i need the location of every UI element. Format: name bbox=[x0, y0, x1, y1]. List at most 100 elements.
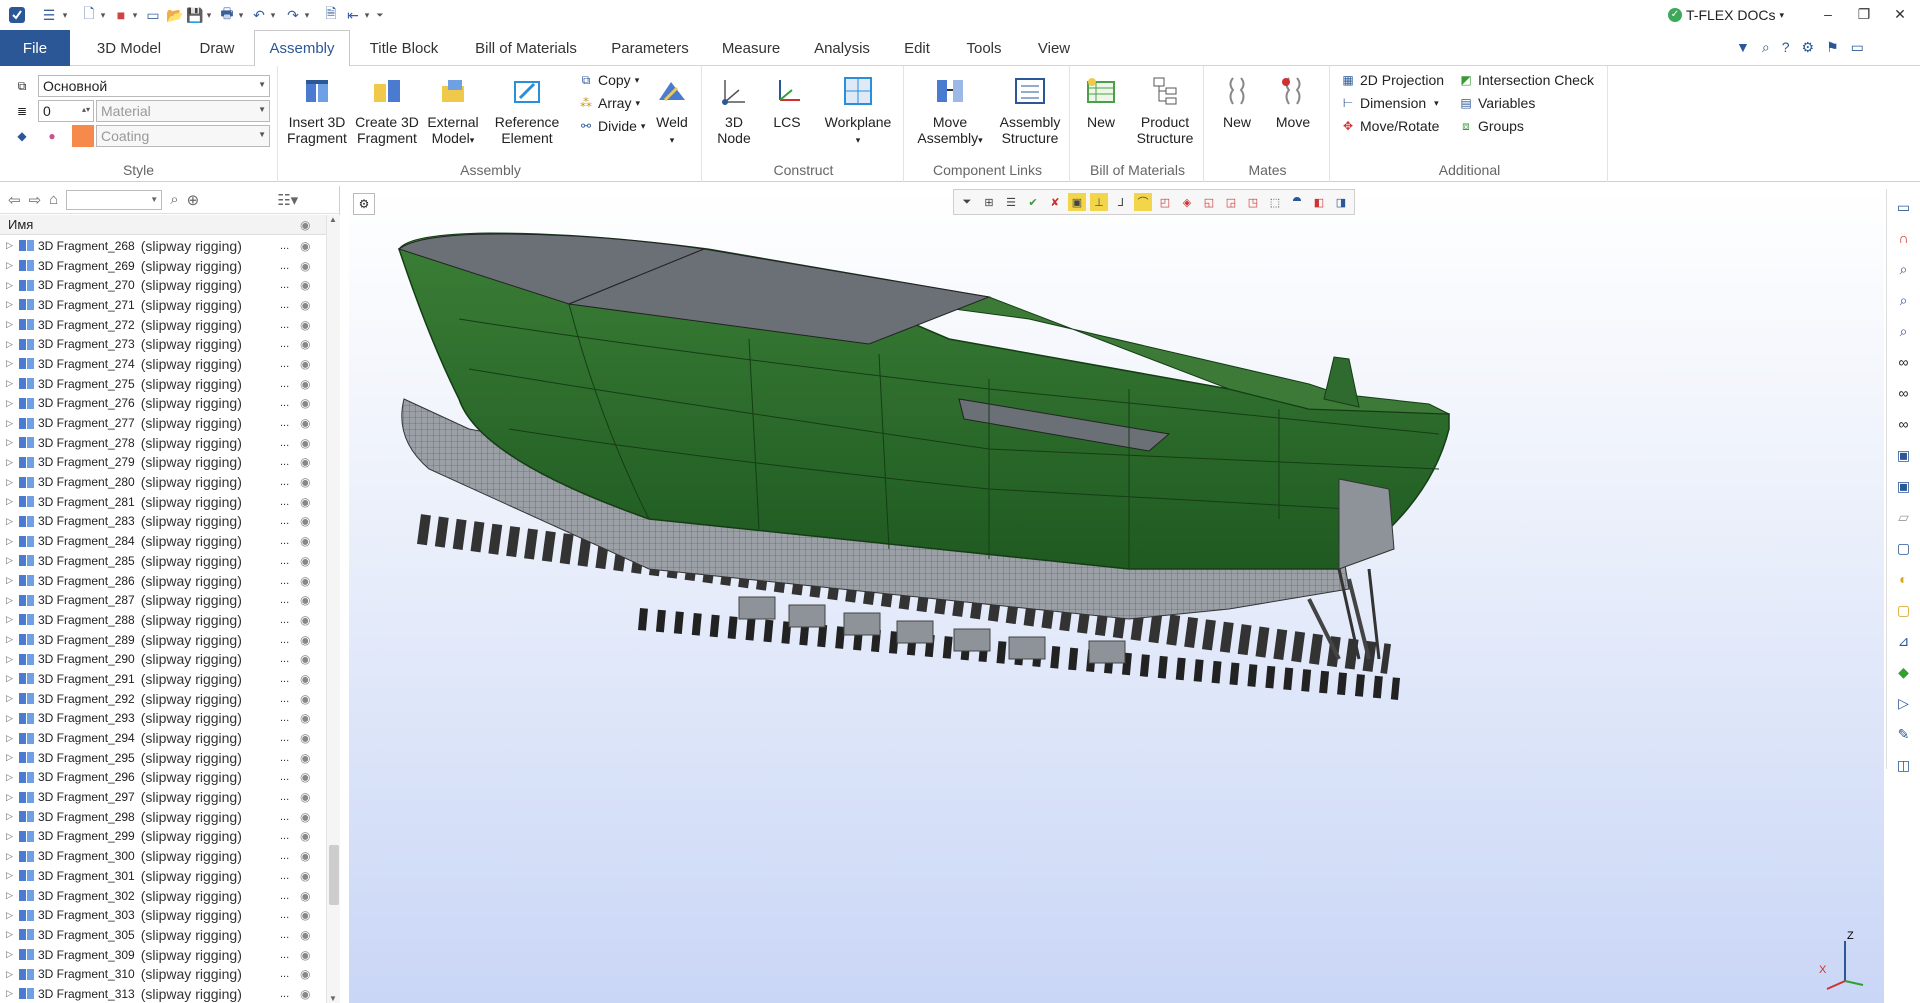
visibility-eye-icon[interactable]: ◉ bbox=[300, 318, 310, 332]
tree-column-header[interactable]: Имя ◉ bbox=[0, 215, 326, 235]
box-view-icon[interactable]: ▢ bbox=[1891, 535, 1917, 561]
row-more-icon[interactable]: ... bbox=[280, 830, 289, 842]
row-more-icon[interactable]: ... bbox=[280, 575, 289, 587]
glasses-icon[interactable]: ∞ bbox=[1891, 349, 1917, 375]
magnet-icon[interactable]: ∩ bbox=[1891, 225, 1917, 251]
visibility-eye-icon[interactable]: ◉ bbox=[300, 889, 310, 903]
chevron-down-icon[interactable]: ▾ bbox=[236, 5, 246, 25]
visibility-eye-icon[interactable]: ◉ bbox=[300, 455, 310, 469]
tree-row[interactable]: ▷ 3D Fragment_283 (slipway rigging)... ◉ bbox=[0, 512, 326, 532]
visibility-eye-icon[interactable]: ◉ bbox=[300, 849, 310, 863]
external-model-button[interactable]: External Model▾ bbox=[420, 74, 486, 148]
expand-arrow-icon[interactable]: ▷ bbox=[6, 988, 18, 999]
lcs-button[interactable]: LCS bbox=[762, 74, 812, 130]
section-icon[interactable]: ⊿ bbox=[1891, 628, 1917, 654]
visibility-eye-icon[interactable]: ◉ bbox=[300, 574, 310, 588]
shaded-icon[interactable]: ▢ bbox=[1891, 597, 1917, 623]
visibility-eye-icon[interactable]: ◉ bbox=[300, 259, 310, 273]
window-icon[interactable]: ▭ bbox=[144, 5, 162, 25]
tree-row[interactable]: ▷ 3D Fragment_275 (slipway rigging)... ◉ bbox=[0, 374, 326, 394]
visibility-eye-icon[interactable]: ◉ bbox=[300, 514, 310, 528]
tree-row[interactable]: ▷ 3D Fragment_303 (slipway rigging)... ◉ bbox=[0, 905, 326, 925]
row-more-icon[interactable]: ... bbox=[280, 456, 289, 468]
tree-row[interactable]: ▷ 3D Fragment_276 (slipway rigging)... ◉ bbox=[0, 394, 326, 414]
expand-arrow-icon[interactable]: ▷ bbox=[6, 339, 18, 350]
expand-arrow-icon[interactable]: ▷ bbox=[6, 733, 18, 744]
expand-arrow-icon[interactable]: ▷ bbox=[6, 457, 18, 468]
new-document-icon[interactable]: 🗋 bbox=[80, 5, 98, 25]
expand-arrow-icon[interactable]: ▷ bbox=[6, 240, 18, 251]
expand-arrow-icon[interactable]: ▷ bbox=[6, 634, 18, 645]
visibility-eye-icon[interactable]: ◉ bbox=[300, 633, 310, 647]
row-more-icon[interactable]: ... bbox=[280, 712, 289, 724]
redo-icon[interactable]: ↷ bbox=[284, 5, 302, 25]
close-button[interactable]: ✕ bbox=[1886, 6, 1914, 26]
tree-row[interactable]: ▷ 3D Fragment_271 (slipway rigging)... ◉ bbox=[0, 295, 326, 315]
3d-viewport[interactable]: ⚙ ⏷ ⊞ ☰ ✔ ✘ ▣ ⊥ ⅃ ⌒ ◰ ◈ ◱ ◲ ◳ ⬚ ⯊ ◧ ◨ Z … bbox=[349, 189, 1884, 1003]
tree-row[interactable]: ▷ 3D Fragment_268 (slipway rigging)... ◉ bbox=[0, 236, 326, 256]
tree-row[interactable]: ▷ 3D Fragment_292 (slipway rigging)... ◉ bbox=[0, 689, 326, 709]
visibility-eye-icon[interactable]: ◉ bbox=[300, 534, 310, 548]
row-more-icon[interactable]: ... bbox=[280, 437, 289, 449]
tree-row[interactable]: ▷ 3D Fragment_289 (slipway rigging)... ◉ bbox=[0, 630, 326, 650]
chevron-down-icon[interactable]: ▾ bbox=[204, 5, 214, 25]
copy-button[interactable]: ⧉ Copy ▾ bbox=[578, 72, 640, 88]
intersection-check-button[interactable]: ◩ Intersection Check bbox=[1458, 72, 1594, 88]
tree-row[interactable]: ▷ 3D Fragment_273 (slipway rigging)... ◉ bbox=[0, 334, 326, 354]
row-more-icon[interactable]: ... bbox=[280, 319, 289, 331]
row-more-icon[interactable]: ... bbox=[280, 240, 289, 252]
variables-button[interactable]: ▤ Variables bbox=[1458, 95, 1535, 111]
layout-icon[interactable]: ▭ bbox=[1851, 39, 1864, 56]
expand-arrow-icon[interactable]: ▷ bbox=[6, 851, 18, 862]
tree-row[interactable]: ▷ 3D Fragment_294 (slipway rigging)... ◉ bbox=[0, 728, 326, 748]
reference-element-button[interactable]: Reference Element bbox=[488, 74, 566, 146]
expand-arrow-icon[interactable]: ▷ bbox=[6, 969, 18, 980]
row-more-icon[interactable]: ... bbox=[280, 260, 289, 272]
visibility-eye-icon[interactable]: ◉ bbox=[300, 396, 310, 410]
row-more-icon[interactable]: ... bbox=[280, 634, 289, 646]
row-more-icon[interactable]: ... bbox=[280, 791, 289, 803]
coating-select[interactable]: Coating ▼ bbox=[96, 125, 270, 147]
divide-button[interactable]: ⚯ Divide ▾ bbox=[578, 118, 645, 134]
expand-arrow-icon[interactable]: ▷ bbox=[6, 673, 18, 684]
row-more-icon[interactable]: ... bbox=[280, 358, 289, 370]
tab-edit[interactable]: Edit bbox=[894, 30, 940, 66]
visibility-eye-icon[interactable]: ◉ bbox=[300, 869, 310, 883]
row-more-icon[interactable]: ... bbox=[280, 811, 289, 823]
expand-arrow-icon[interactable]: ▷ bbox=[6, 870, 18, 881]
row-more-icon[interactable]: ... bbox=[280, 594, 289, 606]
visibility-eye-icon[interactable]: ◉ bbox=[300, 790, 310, 804]
expand-arrow-icon[interactable]: ▷ bbox=[6, 260, 18, 271]
undo-icon[interactable]: ↶ bbox=[250, 5, 268, 25]
row-more-icon[interactable]: ... bbox=[280, 535, 289, 547]
visibility-eye-icon[interactable]: ◉ bbox=[300, 613, 310, 627]
create-3d-fragment-button[interactable]: Create 3D Fragment bbox=[352, 74, 422, 146]
row-more-icon[interactable]: ... bbox=[280, 614, 289, 626]
tree-row[interactable]: ▷ 3D Fragment_302 (slipway rigging)... ◉ bbox=[0, 886, 326, 906]
tree-row[interactable]: ▷ 3D Fragment_296 (slipway rigging)... ◉ bbox=[0, 768, 326, 788]
visibility-eye-icon[interactable]: ◉ bbox=[300, 278, 310, 292]
help-icon[interactable]: ? bbox=[1782, 39, 1790, 56]
tree-row[interactable]: ▷ 3D Fragment_280 (slipway rigging)... ◉ bbox=[0, 472, 326, 492]
visibility-eye-icon[interactable]: ◉ bbox=[300, 337, 310, 351]
render-icon[interactable]: ▷ bbox=[1891, 690, 1917, 716]
row-more-icon[interactable]: ... bbox=[280, 988, 289, 1000]
insert-3d-fragment-button[interactable]: Insert 3D Fragment bbox=[282, 74, 352, 146]
expand-arrow-icon[interactable]: ▷ bbox=[6, 418, 18, 429]
hamburger-menu-icon[interactable]: ☰ bbox=[38, 5, 60, 25]
expand-arrow-icon[interactable]: ▷ bbox=[6, 437, 18, 448]
row-more-icon[interactable]: ... bbox=[280, 555, 289, 567]
expand-arrow-icon[interactable]: ▷ bbox=[6, 299, 18, 310]
chevron-down-icon[interactable]: ▾ bbox=[130, 5, 140, 25]
zoom-all-icon[interactable]: ⌕ bbox=[1891, 256, 1917, 282]
minimize-button[interactable]: – bbox=[1814, 6, 1842, 26]
scroll-thumb[interactable] bbox=[329, 845, 339, 905]
color-swatch[interactable] bbox=[72, 125, 94, 147]
expand-arrow-icon[interactable]: ▷ bbox=[6, 516, 18, 527]
3d-node-button[interactable]: 3D Node bbox=[708, 74, 760, 146]
tree-row[interactable]: ▷ 3D Fragment_299 (slipway rigging)... ◉ bbox=[0, 827, 326, 847]
row-more-icon[interactable]: ... bbox=[280, 515, 289, 527]
list-options-icon[interactable]: ☷▾ bbox=[277, 191, 298, 209]
layer-select[interactable]: Основной ▼ bbox=[38, 75, 270, 97]
plane-icon[interactable]: ▱ bbox=[1891, 504, 1917, 530]
